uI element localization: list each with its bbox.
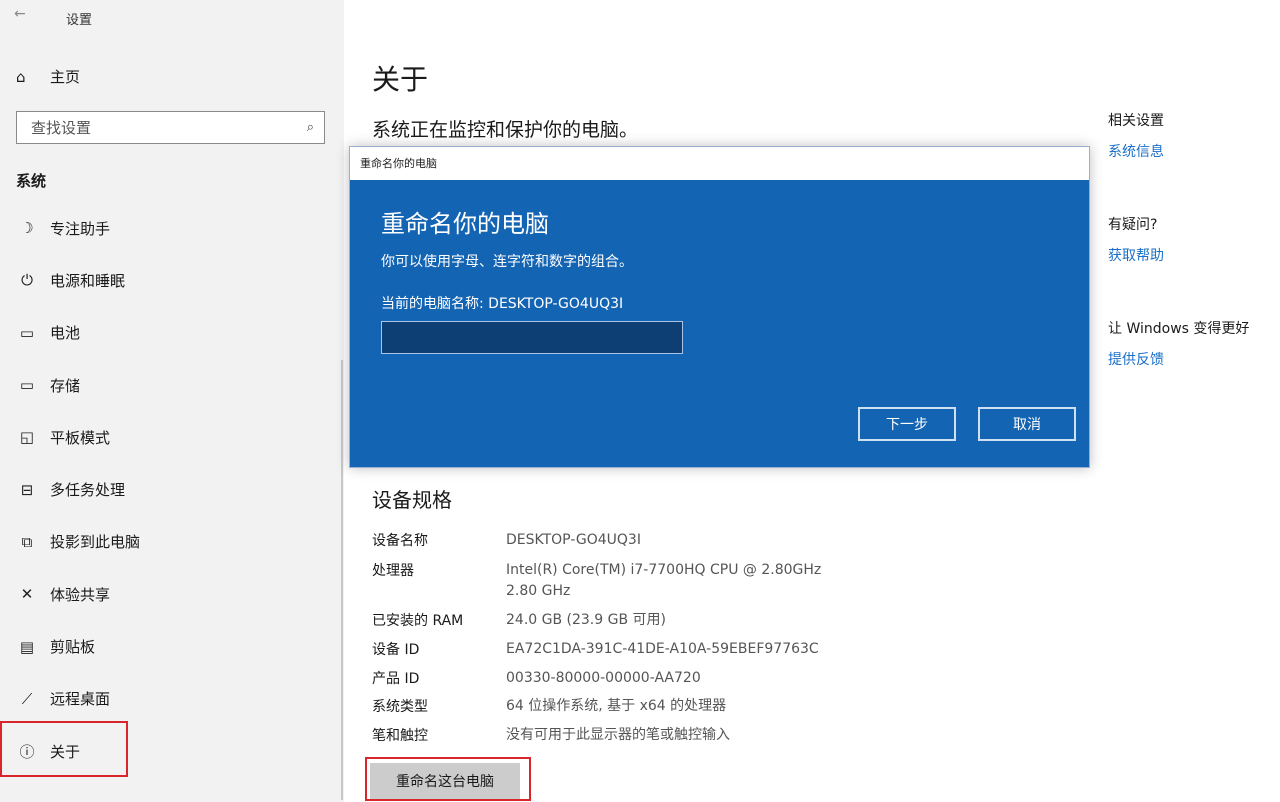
dialog-hint: 你可以使用字母、连字符和数字的组合。 [381,254,633,270]
sidebar-item-tablet-mode[interactable]: ◱ 平板模式 [0,411,344,463]
sidebar-item-label: 专注助手 [50,219,111,238]
system-info-link[interactable]: 系统信息 [1108,141,1164,161]
search-input[interactable] [29,117,273,138]
sidebar-item-label: 多任务处理 [50,481,126,500]
spec-label: 处理器 [372,563,414,579]
question-heading: 有疑问? [1108,217,1158,233]
sidebar-item-focus-assist[interactable]: ☽ 专注助手 [0,202,344,254]
current-pc-name: 当前的电脑名称: DESKTOP-GO4UQ3I [381,296,624,312]
spec-value: DESKTOP-GO4UQ3I [506,532,641,548]
new-pc-name-input[interactable] [381,321,683,354]
rename-dialog: 重命名你的电脑 重命名你的电脑 你可以使用字母、连字符和数字的组合。 当前的电脑… [349,146,1090,468]
power-icon: ⏻ [21,271,33,290]
sidebar-item-power-sleep[interactable]: ⏻ 电源和睡眠 [0,254,344,306]
sidebar-item-home[interactable]: ⌂ 主页 [16,66,80,87]
sidebar-item-label: 平板模式 [50,428,111,447]
info-icon: ⓘ [19,742,35,761]
home-label: 主页 [50,68,81,86]
spec-label: 设备名称 [372,533,428,549]
device-specs-heading: 设备规格 [372,488,452,512]
tablet-icon: ◱ [19,428,35,447]
clipboard-icon: ▤ [19,637,35,656]
improve-heading: 让 Windows 变得更好 [1108,321,1250,337]
sidebar-item-battery[interactable]: ▭ 电池 [0,307,344,359]
window-title: 设置 [66,13,93,28]
related-settings-heading: 相关设置 [1108,113,1164,129]
sidebar-item-label: 关于 [50,742,81,761]
sidebar-item-label: 电源和睡眠 [50,271,126,290]
next-button[interactable]: 下一步 [858,407,956,441]
spec-label: 产品 ID [372,671,420,687]
sidebar-item-label: 投影到此电脑 [50,533,141,552]
sidebar-scrollbar[interactable] [341,360,343,800]
spec-label: 设备 ID [372,642,420,658]
search-icon[interactable]: ⌕ [307,120,314,135]
sidebar-item-label: 存储 [50,376,81,395]
protection-status: 系统正在监控和保护你的电脑。 [372,119,639,141]
multitask-icon: ⊟ [20,480,34,499]
sidebar-item-label: 剪贴板 [50,638,96,657]
spec-value: EA72C1DA-391C-41DE-A10A-59EBEF97763C [506,641,819,657]
spec-value: 64 位操作系统, 基于 x64 的处理器 [506,698,727,714]
spec-value-line2: 2.80 GHz [506,583,571,599]
section-heading-system: 系统 [16,172,47,190]
sidebar-item-label: 电池 [50,324,81,343]
sidebar-item-shared-experiences[interactable]: ✕ 体验共享 [0,568,344,620]
spec-label: 已安装的 RAM [372,613,464,629]
spec-value: 00330-80000-00000-AA720 [506,670,701,686]
storage-icon: ▭ [19,376,35,395]
dialog-title-bar[interactable]: 重命名你的电脑 [350,147,1089,180]
home-icon: ⌂ [16,67,26,86]
spec-value: 没有可用于此显示器的笔或触控输入 [506,727,730,743]
share-icon: ✕ [20,585,34,604]
remote-icon: ⟋ [21,689,33,708]
spec-value: 24.0 GB (23.9 GB 可用) [506,612,666,628]
project-icon: ⧉ [21,532,33,551]
dialog-body: 重命名你的电脑 你可以使用字母、连字符和数字的组合。 当前的电脑名称: DESK… [350,180,1089,467]
rename-pc-button[interactable]: 重命名这台电脑 [370,763,520,799]
sidebar-item-projecting[interactable]: ⧉ 投影到此电脑 [0,516,344,568]
sidebar-item-label: 体验共享 [50,585,111,604]
spec-value: Intel(R) Core(TM) i7-7700HQ CPU @ 2.80GH… [506,562,822,578]
sidebar-item-about[interactable]: ⓘ 关于 [0,720,344,778]
settings-sidebar: ← 设置 ⌂ 主页 ⌕ 系统 ☽ 专注助手 ⏻ 电源和睡眠 ▭ 电池 ▭ 存储 … [0,0,344,802]
sidebar-item-remote-desktop[interactable]: ⟋ 远程桌面 [0,673,344,725]
get-help-link[interactable]: 获取帮助 [1108,245,1164,265]
cancel-button[interactable]: 取消 [978,407,1076,441]
spec-label: 系统类型 [372,699,428,715]
spec-label: 笔和触控 [372,728,428,744]
search-box[interactable]: ⌕ [16,111,325,144]
feedback-link[interactable]: 提供反馈 [1108,349,1164,369]
sidebar-nav: ☽ 专注助手 ⏻ 电源和睡眠 ▭ 电池 ▭ 存储 ◱ 平板模式 ⊟ 多任务处理 … [0,202,344,778]
sidebar-item-clipboard[interactable]: ▤ 剪贴板 [0,620,344,672]
sidebar-item-multitasking[interactable]: ⊟ 多任务处理 [0,463,344,515]
sidebar-item-label: 远程桌面 [50,690,111,709]
dialog-heading: 重命名你的电脑 [381,210,549,238]
battery-icon: ▭ [19,323,35,342]
page-title: 关于 [372,63,429,96]
sidebar-item-storage[interactable]: ▭ 存储 [0,359,344,411]
back-arrow-icon[interactable]: ← [14,6,26,22]
moon-icon: ☽ [20,219,34,238]
